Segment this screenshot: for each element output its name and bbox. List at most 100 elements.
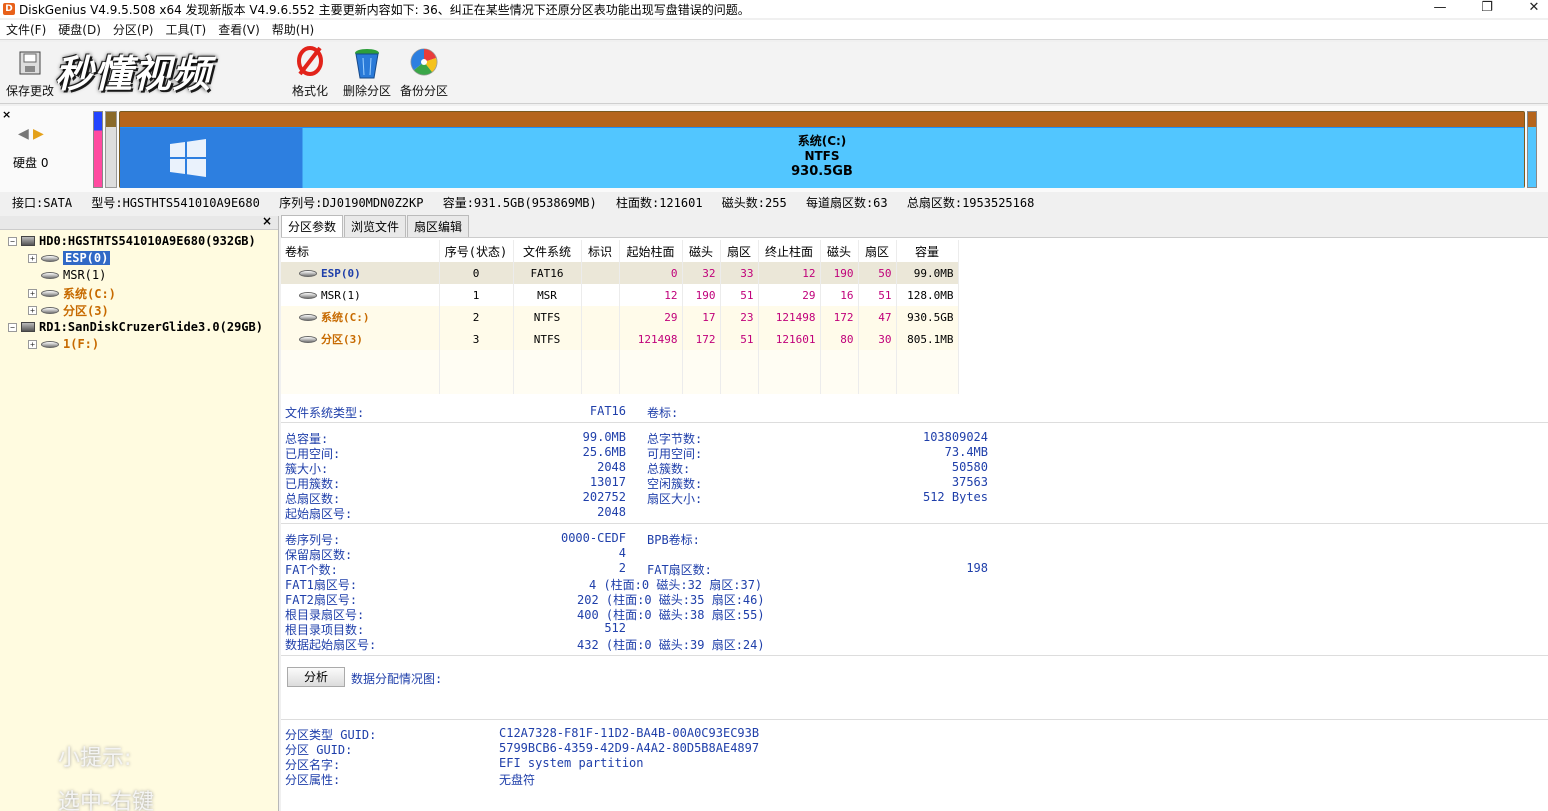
cell-end-sec: 50 [858, 262, 897, 284]
tab-sector-editor[interactable]: 扇区编辑 [407, 215, 470, 237]
cell-label: ESP(0) [281, 262, 440, 284]
partition-icon [41, 307, 59, 314]
col-flag[interactable]: 标识 [581, 240, 620, 262]
cell-index: 1 [439, 284, 514, 306]
tree-partition-esp[interactable]: + ESP(0) [28, 251, 111, 265]
disk-label: 硬盘 0 [13, 156, 49, 170]
collapse-icon[interactable]: − [8, 236, 17, 246]
menu-partition[interactable]: 分区(P) [107, 21, 160, 38]
partition-size: 930.5GB [791, 164, 853, 179]
delete-partition-button[interactable]: 删除分区 [343, 46, 391, 99]
sector-size-label: 扇区大小: [647, 492, 703, 506]
start-sector-label: 起始扇区号: [285, 507, 353, 521]
menu-bar: 文件(F) 硬盘(D) 分区(P) 工具(T) 查看(V) 帮助(H) [0, 20, 1548, 40]
partition-block-esp[interactable] [93, 111, 103, 188]
volume-label-label: 卷标: [647, 406, 679, 420]
tree-partition-msr[interactable]: MSR(1) [41, 268, 106, 282]
cell-start-sec: 51 [720, 284, 759, 306]
tree-disk-rd1[interactable]: − RD1:SanDiskCruzerGlide3.0(29GB) [8, 320, 263, 334]
menu-help[interactable]: 帮助(H) [266, 21, 320, 38]
cell-end-cyl: 12 [758, 262, 821, 284]
minimize-button[interactable]: — [1420, 0, 1460, 18]
cell-end-sec: 30 [858, 328, 897, 350]
col-start-head[interactable]: 磁头 [682, 240, 721, 262]
total-capacity-value: 99.0MB [582, 430, 626, 444]
tree-partition-3-label: 分区(3) [63, 304, 109, 318]
cell-start-head: 17 [682, 306, 721, 328]
tab-partition-params[interactable]: 分区参数 [281, 215, 344, 237]
table-row[interactable]: MSR(1) 1 MSR 12 190 51 29 16 51 128.0MB [281, 284, 959, 306]
col-end-sec[interactable]: 扇区 [858, 240, 897, 262]
partition-block-msr[interactable] [105, 111, 117, 188]
next-disk-icon[interactable]: ▶ [33, 126, 44, 142]
cell-fs: FAT16 [513, 262, 582, 284]
cell-start-sec: 23 [720, 306, 759, 328]
col-end-head[interactable]: 磁头 [820, 240, 859, 262]
data-start-sector-value: 432 (柱面:0 磁头:39 扇区:24) [577, 638, 765, 652]
menu-view[interactable]: 查看(V) [212, 21, 266, 38]
col-label[interactable]: 卷标 [281, 240, 440, 262]
tree-partition-msr-label: MSR(1) [63, 268, 107, 282]
backup-partition-label: 备份分区 [400, 84, 449, 98]
tab-browse-files[interactable]: 浏览文件 [344, 215, 407, 237]
table-row[interactable]: 系统(C:) 2 NTFS 29 17 23 121498 172 47 930… [281, 306, 959, 328]
disk-model: 型号:HGSTHTS541010A9E680 [91, 196, 260, 210]
partition-block-system-c[interactable]: 系统(C:) NTFS 930.5GB [119, 111, 1525, 188]
restore-button[interactable]: ❐ [1467, 0, 1507, 18]
collapse-icon[interactable]: − [8, 322, 17, 332]
cluster-size-value: 2048 [597, 460, 626, 474]
backup-partition-button[interactable]: 备份分区 [400, 46, 448, 99]
filesystem-details: 文件系统类型: FAT16 卷标: 总容量: 99.0MB 总字节数: 1038… [281, 396, 1548, 811]
col-size[interactable]: 容量 [896, 240, 959, 262]
table-row[interactable]: 分区(3) 3 NTFS 121498 172 51 121601 80 30 … [281, 328, 959, 350]
cell-end-sec: 47 [858, 306, 897, 328]
cell-end-head: 16 [820, 284, 859, 306]
fs-type-value: FAT16 [589, 404, 626, 418]
partition-table: 卷标 序号(状态) 文件系统 标识 起始柱面 磁头 扇区 终止柱面 磁头 扇区 … [281, 240, 959, 394]
partition-icon [41, 254, 59, 262]
tree-partition-f[interactable]: + 1(F:) [28, 337, 99, 351]
used-space-value: 25.6MB [582, 445, 626, 459]
menu-disk[interactable]: 硬盘(D) [52, 21, 107, 38]
prev-disk-icon[interactable]: ◀ [18, 126, 29, 142]
data-start-sector-label: 数据起始扇区号: [285, 638, 377, 652]
disk-sectors-per-track: 每道扇区数:63 [805, 196, 888, 210]
table-row-empty [281, 350, 959, 372]
cell-start-cyl: 0 [619, 262, 683, 284]
expand-icon[interactable]: + [28, 289, 37, 298]
partition-attr-label: 分区属性: [285, 773, 341, 787]
tree-partition-3[interactable]: + 分区(3) [28, 302, 109, 319]
cell-start-sec: 51 [720, 328, 759, 350]
col-index[interactable]: 序号(状态) [439, 240, 514, 262]
cell-fs: NTFS [513, 306, 582, 328]
analyze-button[interactable]: 分析 [287, 667, 345, 687]
menu-tools[interactable]: 工具(T) [160, 21, 213, 38]
close-button[interactable]: ✕ [1514, 0, 1548, 18]
free-space-value: 73.4MB [944, 445, 988, 459]
tree-close-icon[interactable]: × [262, 214, 272, 228]
col-fs[interactable]: 文件系统 [513, 240, 582, 262]
type-guid-value: C12A7328-F81F-11D2-BA4B-00A0C93EC93B [499, 726, 760, 740]
tree-partition-system-c[interactable]: + 系统(C:) [28, 285, 116, 302]
partition-block-3[interactable] [1527, 111, 1537, 188]
save-changes-button[interactable]: 保存更改 [6, 46, 54, 99]
format-button[interactable]: 格式化 [292, 46, 328, 99]
total-clusters-value: 50580 [951, 460, 988, 474]
cell-size: 99.0MB [896, 262, 959, 284]
table-row[interactable]: ESP(0) 0 FAT16 0 32 33 12 190 50 99.0MB [281, 262, 959, 284]
cell-index: 3 [439, 328, 514, 350]
tree-disk-hd0[interactable]: − HD0:HGSTHTS541010A9E680(932GB) [8, 234, 256, 248]
col-start-sec[interactable]: 扇区 [720, 240, 759, 262]
cell-fs: NTFS [513, 328, 582, 350]
menu-file[interactable]: 文件(F) [0, 21, 52, 38]
cell-start-head: 172 [682, 328, 721, 350]
fs-type-label: 文件系统类型: [285, 406, 365, 420]
partition-icon [299, 314, 317, 321]
partition-icon [41, 290, 59, 297]
expand-icon[interactable]: + [28, 306, 37, 315]
expand-icon[interactable]: + [28, 339, 37, 349]
col-start-cyl[interactable]: 起始柱面 [619, 240, 683, 262]
disk-bar-close-icon[interactable]: × [2, 108, 11, 121]
col-end-cyl[interactable]: 终止柱面 [758, 240, 821, 262]
expand-icon[interactable]: + [28, 253, 37, 263]
